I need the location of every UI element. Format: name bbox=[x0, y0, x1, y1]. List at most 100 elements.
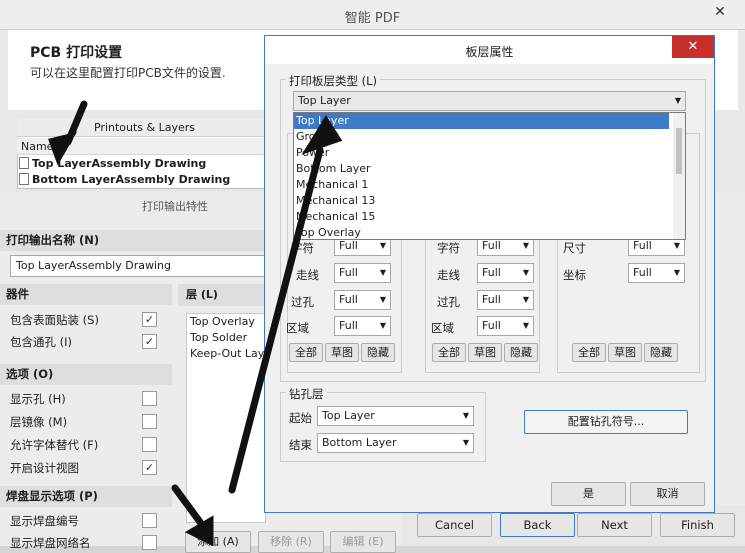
col1-select[interactable]: Full ▼ bbox=[334, 263, 391, 283]
col1-select[interactable]: Full ▼ bbox=[334, 290, 391, 310]
back-button[interactable]: Back bbox=[500, 513, 575, 537]
font-substitution-label: 允许字体替代 (F) bbox=[10, 438, 99, 452]
window-titlebar: 智能 PDF bbox=[0, 0, 745, 30]
dropdown-scrollbar-thumb[interactable] bbox=[676, 128, 682, 174]
col3-label: 坐标 bbox=[563, 268, 586, 282]
pad-display-section: 焊盘显示选项 (P) bbox=[0, 486, 172, 507]
show-pad-numbers-checkbox[interactable] bbox=[142, 513, 157, 528]
col3-draft-button[interactable]: 草图 bbox=[608, 343, 642, 362]
include-smd-checkbox[interactable]: ✓ bbox=[142, 312, 157, 327]
show-pad-numbers-label: 显示焊盘编号 bbox=[10, 514, 79, 528]
show-pad-nets-checkbox[interactable] bbox=[142, 535, 157, 550]
col2-select[interactable]: Full ▼ bbox=[477, 263, 534, 283]
col3-hide-button[interactable]: 隐藏 bbox=[644, 343, 678, 362]
dropdown-item-mechanical-1[interactable]: Mechanical 1 bbox=[294, 177, 368, 193]
chevron-down-icon: ▼ bbox=[522, 268, 529, 277]
col1-label: 走线 bbox=[296, 268, 319, 282]
chevron-down-icon: ▼ bbox=[462, 411, 469, 420]
finish-button[interactable]: Finish bbox=[660, 513, 735, 537]
design-view-checkbox[interactable]: ✓ bbox=[142, 460, 157, 475]
col1-hide-button[interactable]: 隐藏 bbox=[361, 343, 395, 362]
chevron-down-icon: ▼ bbox=[674, 96, 681, 105]
list-item[interactable]: Top Solder bbox=[187, 330, 265, 346]
printout-row[interactable]: Top LayerAssembly Drawing bbox=[19, 156, 206, 172]
chevron-down-icon: ▼ bbox=[379, 295, 386, 304]
col3-select[interactable]: Full ▼ bbox=[628, 263, 685, 283]
list-item[interactable]: Top Overlay bbox=[187, 314, 265, 330]
printouts-header: Printouts & Layers bbox=[17, 119, 272, 137]
col2-hide-button[interactable]: 隐藏 bbox=[504, 343, 538, 362]
next-button[interactable]: Next bbox=[577, 513, 652, 537]
dropdown-item-mechanical-13[interactable]: Mechanical 13 bbox=[294, 193, 375, 209]
chevron-down-icon: ▼ bbox=[673, 268, 680, 277]
include-smd-label: 包含表面贴装 (S) bbox=[10, 313, 99, 327]
dropdown-item-top-layer[interactable]: Top Layer bbox=[294, 113, 669, 129]
drill-layers-label: 钻孔层 bbox=[286, 386, 327, 402]
window-title: 智能 PDF bbox=[344, 11, 401, 26]
col2-all-button[interactable]: 全部 bbox=[432, 343, 466, 362]
dropdown-item-ground[interactable]: Ground bbox=[294, 129, 336, 145]
chevron-down-icon: ▼ bbox=[522, 321, 529, 330]
col1-draft-button[interactable]: 草图 bbox=[325, 343, 359, 362]
remove-layer-button[interactable]: 移除 (R) bbox=[258, 531, 324, 553]
add-layer-button[interactable]: 添加 (A) bbox=[185, 531, 251, 553]
configure-drill-symbols-button[interactable]: 配置钻孔符号... bbox=[524, 410, 688, 434]
edit-layer-button[interactable]: 编辑 (E) bbox=[330, 531, 396, 553]
drill-end-select[interactable]: Bottom Layer ▼ bbox=[317, 433, 474, 453]
col1-all-button[interactable]: 全部 bbox=[289, 343, 323, 362]
dropdown-item-bottom-layer[interactable]: Bottom Layer bbox=[294, 161, 371, 177]
show-holes-checkbox[interactable] bbox=[142, 391, 157, 406]
col2-select[interactable]: Full ▼ bbox=[477, 290, 534, 310]
dropdown-item-mechanical-15[interactable]: Mechanical 15 bbox=[294, 209, 375, 225]
dialog-title: 板层属性 bbox=[465, 45, 514, 59]
font-substitution-checkbox[interactable] bbox=[142, 437, 157, 452]
dropdown-item-power[interactable]: Power bbox=[294, 145, 329, 161]
cancel-button[interactable]: Cancel bbox=[417, 513, 492, 537]
chevron-down-icon: ▼ bbox=[379, 268, 386, 277]
drill-start-select[interactable]: Top Layer ▼ bbox=[317, 406, 474, 426]
design-view-label: 开启设计视图 bbox=[10, 461, 79, 475]
col3-all-button[interactable]: 全部 bbox=[572, 343, 606, 362]
col1-label: 区域 bbox=[286, 321, 309, 335]
col2-select[interactable]: Full ▼ bbox=[477, 316, 534, 336]
printout-name-section: 打印输出名称 (N) bbox=[0, 230, 265, 251]
layer-type-label: 打印板层类型 (L) bbox=[286, 73, 381, 89]
page-subtitle: 可以在这里配置打印PCB文件的设置. bbox=[30, 66, 226, 80]
list-item[interactable]: Keep-Out Layer bbox=[187, 346, 265, 362]
col2-label: 走线 bbox=[437, 268, 460, 282]
layers-list[interactable]: Top Overlay Top Solder Keep-Out Layer bbox=[186, 313, 266, 523]
components-section: 器件 bbox=[0, 284, 172, 305]
layers-section: 层 (L) bbox=[178, 284, 268, 306]
col2-draft-button[interactable]: 草图 bbox=[468, 343, 502, 362]
show-holes-label: 显示孔 (H) bbox=[10, 392, 66, 406]
chevron-down-icon: ▼ bbox=[462, 438, 469, 447]
drill-start-label: 起始 bbox=[289, 411, 312, 425]
drill-end-label: 结束 bbox=[289, 438, 312, 452]
col3-label: 尺寸 bbox=[563, 241, 586, 255]
include-through-hole-checkbox[interactable]: ✓ bbox=[142, 334, 157, 349]
printout-name-input[interactable]: Top LayerAssembly Drawing bbox=[10, 255, 270, 277]
page-title: PCB 打印设置 bbox=[30, 45, 123, 61]
printout-row[interactable]: Bottom LayerAssembly Drawing bbox=[19, 172, 230, 188]
name-column-header[interactable]: Name bbox=[17, 138, 272, 155]
dialog-close-button[interactable]: ✕ bbox=[672, 36, 714, 58]
col2-label: 区域 bbox=[431, 321, 454, 335]
col1-label: 字符 bbox=[291, 241, 314, 255]
col1-select[interactable]: Full ▼ bbox=[334, 316, 391, 336]
document-icon bbox=[19, 157, 29, 169]
options-section: 选项 (O) bbox=[0, 364, 172, 385]
col2-label: 过孔 bbox=[437, 295, 460, 309]
dialog-titlebar: 板层属性 bbox=[265, 36, 714, 64]
include-through-hole-label: 包含通孔 (I) bbox=[10, 335, 73, 349]
col1-label: 过孔 bbox=[291, 295, 314, 309]
layer-type-select[interactable]: Top Layer ▼ bbox=[293, 91, 686, 111]
mirror-layers-label: 层镜像 (M) bbox=[10, 415, 68, 429]
dropdown-item-top-overlay[interactable]: Top Overlay bbox=[294, 225, 361, 241]
col2-label: 字符 bbox=[437, 241, 460, 255]
dialog-cancel-button[interactable]: 取消 bbox=[630, 482, 705, 506]
show-pad-nets-label: 显示焊盘网络名 bbox=[10, 536, 91, 550]
mirror-layers-checkbox[interactable] bbox=[142, 414, 157, 429]
window-close-button[interactable]: ✕ bbox=[712, 4, 728, 22]
ok-button[interactable]: 是 bbox=[551, 482, 626, 506]
chevron-down-icon: ▼ bbox=[379, 321, 386, 330]
